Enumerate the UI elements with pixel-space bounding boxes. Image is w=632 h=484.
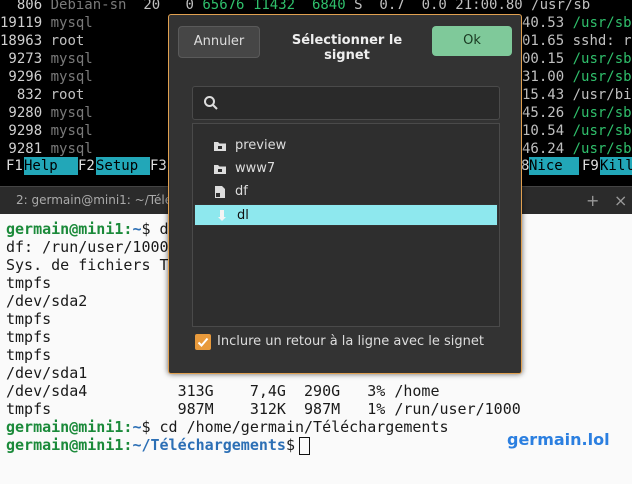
setup-button[interactable]: Setup <box>96 157 150 175</box>
newline-checkbox[interactable] <box>195 334 211 350</box>
htop-row: 18963 root <box>0 33 85 49</box>
terminal-line: Sys. de fichiers T <box>6 256 169 274</box>
terminal-line: germain@mini1:~$ cd /home/germain/Téléch… <box>6 418 449 436</box>
f9-key: F9 <box>582 158 599 174</box>
dialog-header: Annuler Sélectionner le signet Ok <box>169 15 521 67</box>
f1-key: F1 <box>6 158 23 174</box>
htop-row: 9298 mysql <box>0 123 93 139</box>
tab-title[interactable]: 2: germain@mini1: ~/Télé <box>16 193 172 207</box>
add-tab-icon[interactable]: + <box>586 191 599 210</box>
list-item-df[interactable]: df <box>193 181 499 203</box>
terminal-line: germain@mini1:~$ d <box>6 220 169 238</box>
list-item-preview[interactable]: preview <box>193 135 499 157</box>
htop-row: 832 root <box>0 87 85 103</box>
list-item-www7[interactable]: www7 <box>193 158 499 180</box>
terminal-line: tmpfs <box>6 274 52 292</box>
list-item-label: www7 <box>235 161 276 176</box>
list-item-label: df <box>235 184 248 199</box>
folder-icon <box>214 165 226 174</box>
terminal-line: /dev/sda2 <box>6 292 88 310</box>
checkmark-icon <box>197 337 209 347</box>
newline-checkbox-label: Inclure un retour à la ligne avec le sig… <box>217 334 485 349</box>
search-box[interactable] <box>192 86 500 120</box>
kill-button[interactable]: Kill <box>600 157 632 175</box>
bookmark-dialog: Annuler Sélectionner le signet Ok previe… <box>168 14 522 374</box>
terminal-line: df: /run/user/1000 <box>6 238 169 256</box>
watermark: germain.lol <box>507 430 610 449</box>
bookmark-list[interactable]: preview www7 df dl <box>192 123 500 327</box>
list-item-dl[interactable]: dl <box>194 204 498 226</box>
cancel-button[interactable]: Annuler <box>178 26 260 58</box>
terminal-line: /dev/sda4 313G 7,4G 290G 3% /home <box>6 382 440 400</box>
folder-icon <box>214 142 226 151</box>
terminal-line: tmpfs <box>6 346 52 364</box>
htop-row: 9296 mysql <box>0 69 93 85</box>
search-input[interactable] <box>229 91 493 115</box>
terminal-line: germain@mini1:~/Téléchargements$ <box>6 436 310 455</box>
list-item-label: dl <box>237 208 249 223</box>
search-icon <box>204 96 218 110</box>
htop-row: 9273 mysql <box>0 51 93 67</box>
htop-row: 19119 mysql <box>0 15 93 31</box>
terminal-line: tmpfs <box>6 310 52 328</box>
nice-plus-button[interactable]: Nice + <box>529 157 579 192</box>
terminal-line: /dev/sda1 <box>6 364 88 382</box>
script-file-icon <box>215 186 225 198</box>
ok-button[interactable]: Ok <box>432 26 512 56</box>
terminal-line: tmpfs 987M 312K 987M 1% /run/user/1000 <box>6 400 521 418</box>
terminal-cursor <box>299 436 310 455</box>
list-item-label: preview <box>235 138 287 153</box>
htop-row: 806 Debian-sn 20 0 65676 11432 6840 S 0.… <box>0 0 591 13</box>
terminal-line: tmpfs <box>6 328 52 346</box>
dialog-title: Sélectionner le signet <box>291 33 403 63</box>
htop-row: 9280 mysql <box>0 105 93 121</box>
f3-key: F3 <box>150 158 167 174</box>
htop-row: 9281 mysql <box>0 141 93 157</box>
help-button[interactable]: Help <box>24 157 78 175</box>
download-icon <box>218 210 226 221</box>
close-tab-icon[interactable]: × <box>614 191 627 210</box>
f2-key: F2 <box>78 158 95 174</box>
